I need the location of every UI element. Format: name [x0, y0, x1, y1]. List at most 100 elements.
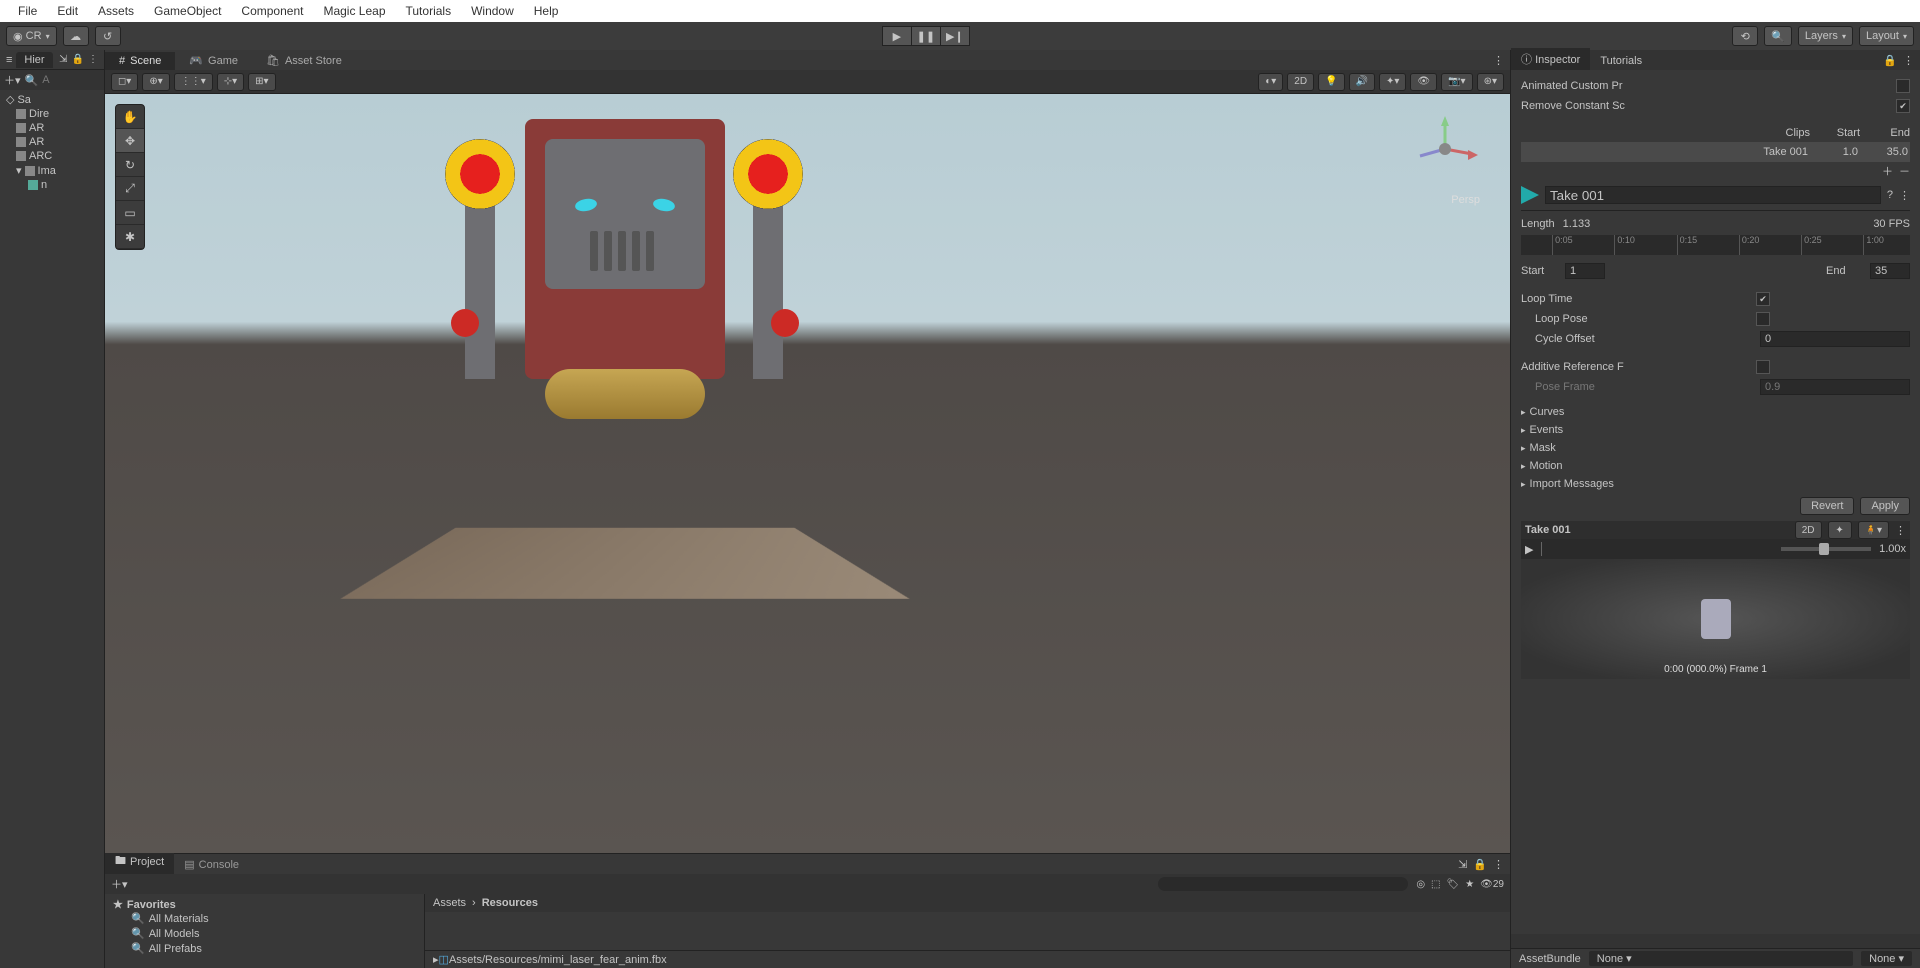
foldout-events[interactable]: Events: [1521, 421, 1910, 439]
assetbundle-dropdown[interactable]: None ▾: [1589, 951, 1853, 966]
tab-inspector[interactable]: ⓘ Inspector: [1511, 48, 1590, 70]
foldout-mask[interactable]: Mask: [1521, 439, 1910, 457]
favorites-header[interactable]: ★Favorites: [113, 898, 416, 911]
layers-dropdown[interactable]: Layers: [1798, 26, 1853, 46]
project-lock-icon[interactable]: 🔒: [1473, 858, 1487, 871]
hierarchy-scene[interactable]: ◇Sa: [0, 92, 104, 107]
remove-clip-button[interactable]: －: [1899, 163, 1910, 179]
assetbundle-variant-dropdown[interactable]: None ▾: [1861, 951, 1912, 966]
pause-button[interactable]: ❚❚: [911, 26, 941, 46]
rect-tool[interactable]: ▭: [116, 201, 144, 225]
hierarchy-lock-icon[interactable]: 🔒: [72, 54, 84, 65]
lighting-toggle[interactable]: 💡: [1318, 73, 1344, 91]
tab-scene[interactable]: #Scene: [105, 52, 175, 70]
revert-button[interactable]: Revert: [1800, 497, 1854, 515]
snap-settings-dropdown[interactable]: ⊞▾: [248, 73, 275, 91]
apply-button[interactable]: Apply: [1860, 497, 1910, 515]
search-label-icon[interactable]: 🏷: [1447, 879, 1460, 890]
project-search-input[interactable]: [1158, 877, 1408, 891]
clip-row[interactable]: Take 001 1.0 35.0: [1521, 142, 1910, 162]
project-asset-grid[interactable]: [425, 912, 1510, 950]
rotate-tool[interactable]: ↻: [116, 153, 144, 177]
breadcrumb-item[interactable]: Assets: [433, 897, 466, 909]
menu-magicleap[interactable]: Magic Leap: [313, 4, 395, 18]
additive-ref-checkbox[interactable]: [1756, 360, 1770, 374]
snap-increment-dropdown[interactable]: ⊹▾: [217, 73, 244, 91]
gizmos-dropdown[interactable]: ⊛▾: [1477, 73, 1504, 91]
search-filter-icon[interactable]: ◎: [1416, 879, 1425, 890]
prop-animated-custom-checkbox[interactable]: [1896, 79, 1910, 93]
favorites-item[interactable]: 🔍All Materials: [113, 911, 416, 926]
favorites-item[interactable]: 🔍All Prefabs: [113, 941, 416, 956]
preview-viewport[interactable]: 0:00 (000.0%) Frame 1: [1521, 559, 1910, 679]
inspector-lock-icon[interactable]: 🔒: [1883, 54, 1897, 67]
account-dropdown[interactable]: ◉ CR: [6, 26, 57, 46]
cloud-button[interactable]: ☁: [63, 26, 89, 46]
tab-console[interactable]: ▤Console: [174, 855, 249, 874]
hierarchy-item[interactable]: ▾Ima: [0, 163, 104, 178]
foldout-curves[interactable]: Curves: [1521, 403, 1910, 421]
tab-asset-store[interactable]: 🛍Asset Store: [252, 51, 356, 70]
project-add-dropdown[interactable]: ＋▾: [111, 876, 128, 892]
inspector-scrollbar[interactable]: [1511, 934, 1920, 948]
foldout-motion[interactable]: Motion: [1521, 457, 1910, 475]
preview-menu-icon[interactable]: ⋮: [1895, 524, 1906, 537]
menu-window[interactable]: Window: [461, 4, 524, 18]
menu-gameobject[interactable]: GameObject: [144, 4, 231, 18]
effects-dropdown[interactable]: ✦▾: [1379, 73, 1406, 91]
clip-start-field[interactable]: [1565, 263, 1605, 279]
favorites-item[interactable]: 🔍All Models: [113, 926, 416, 941]
hierarchy-item[interactable]: AR: [0, 135, 104, 149]
hierarchy-menu-icon[interactable]: ⋮: [88, 54, 98, 65]
2d-toggle[interactable]: 2D: [1287, 73, 1314, 91]
hierarchy-item[interactable]: AR: [0, 121, 104, 135]
tab-tutorials[interactable]: Tutorials: [1590, 52, 1652, 70]
layout-dropdown[interactable]: Layout: [1859, 26, 1914, 46]
hidden-toggle[interactable]: 👁: [1410, 73, 1437, 91]
preview-avatar-dropdown[interactable]: 🧍▾: [1858, 521, 1889, 539]
search-button[interactable]: 🔍: [1764, 26, 1792, 46]
history-button[interactable]: ↺: [95, 26, 121, 46]
clip-help-icon[interactable]: ?: [1887, 189, 1893, 201]
clip-end-field[interactable]: [1870, 263, 1910, 279]
preview-speed-slider[interactable]: [1781, 547, 1871, 551]
hierarchy-tab[interactable]: Hier: [16, 52, 52, 68]
step-button[interactable]: ▶❙: [940, 26, 970, 46]
hierarchy-item[interactable]: n: [0, 178, 104, 192]
grid-snap-dropdown[interactable]: ⋮⋮▾: [174, 73, 213, 91]
transform-tool[interactable]: ✱: [116, 225, 144, 249]
handle-rotation-dropdown[interactable]: ⊕▾: [142, 73, 169, 91]
preview-play-button[interactable]: ▶: [1525, 543, 1533, 556]
menu-tutorials[interactable]: Tutorials: [396, 4, 462, 18]
breadcrumb-current[interactable]: Resources: [482, 897, 538, 909]
orientation-gizmo[interactable]: [1410, 114, 1480, 184]
menu-file[interactable]: File: [8, 4, 47, 18]
perspective-label[interactable]: Persp: [1451, 194, 1480, 206]
loop-time-checkbox[interactable]: ✔: [1756, 292, 1770, 306]
search-type-icon[interactable]: ⬚: [1431, 879, 1440, 890]
scene-viewport[interactable]: ✋ ✥ ↻ ⤢ ▭ ✱ Persp: [105, 94, 1510, 853]
menu-edit[interactable]: Edit: [47, 4, 88, 18]
loop-pose-checkbox[interactable]: [1756, 312, 1770, 326]
menu-assets[interactable]: Assets: [88, 4, 144, 18]
add-clip-button[interactable]: ＋: [1882, 163, 1893, 179]
audio-toggle[interactable]: 🔊: [1349, 73, 1375, 91]
camera-dropdown[interactable]: 📷▾: [1441, 73, 1472, 91]
view-tool[interactable]: ✋: [116, 105, 144, 129]
preview-ik-toggle[interactable]: ✦: [1828, 521, 1852, 539]
menu-component[interactable]: Component: [231, 4, 313, 18]
tab-game[interactable]: 🎮Game: [175, 51, 252, 70]
hierarchy-item[interactable]: Dire: [0, 107, 104, 121]
foldout-import-messages[interactable]: Import Messages: [1521, 475, 1910, 493]
hierarchy-search-icon[interactable]: 🔍: [25, 74, 39, 87]
menu-help[interactable]: Help: [524, 4, 569, 18]
pose-frame-field[interactable]: [1760, 379, 1910, 395]
scale-tool[interactable]: ⤢: [116, 177, 144, 201]
pivot-mode-dropdown[interactable]: ◻▾: [111, 73, 138, 91]
clip-name-field[interactable]: [1545, 186, 1881, 204]
project-menu-icon[interactable]: ⋮: [1493, 858, 1504, 871]
hidden-count[interactable]: 👁29: [1480, 879, 1504, 890]
prop-remove-constant-checkbox[interactable]: ✔: [1896, 99, 1910, 113]
clip-timeline[interactable]: 0:05 0:10 0:15 0:20 0:25 1:00: [1521, 235, 1910, 255]
center-tab-menu-icon[interactable]: ⋮: [1487, 51, 1510, 70]
